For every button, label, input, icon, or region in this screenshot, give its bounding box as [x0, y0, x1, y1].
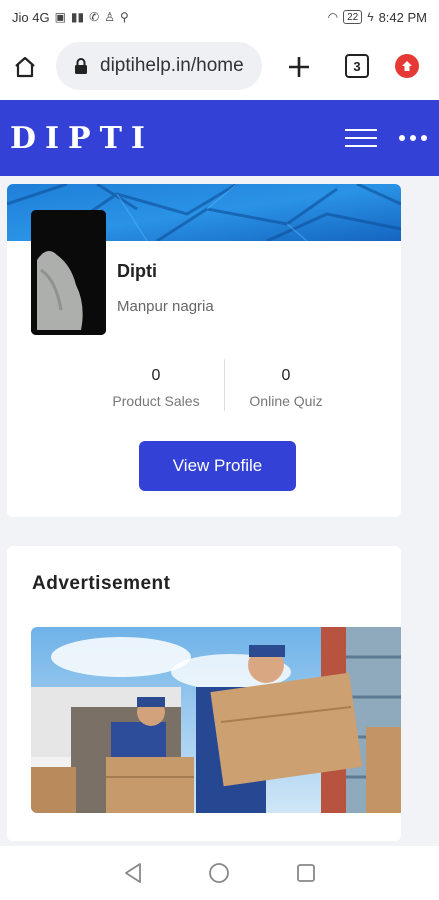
stat-online-quiz: 0 Online Quiz: [211, 359, 361, 409]
battery-icon: 22: [343, 10, 363, 24]
browser-home-button[interactable]: [0, 42, 50, 92]
back-icon: [125, 863, 142, 883]
status-bar: Jio 4G ▣ ▮▮ ✆ ♙ ⚲ ◠ 22 ϟ 8:42 PM: [0, 0, 439, 34]
headset-icon: ◠: [327, 10, 339, 24]
status-left: Jio 4G ▣ ▮▮ ✆ ♙ ⚲: [12, 10, 129, 25]
profile-name: Dipti: [117, 261, 157, 281]
recents-icon: [296, 864, 315, 882]
url-text: diptihelp.in/home: [100, 55, 244, 76]
home-nav-button[interactable]: [206, 860, 232, 886]
stat-value: 0: [281, 367, 291, 384]
site-header: DIPTI: [0, 100, 439, 176]
header-actions: [345, 129, 429, 147]
advertisement-title: Advertisement: [32, 573, 171, 594]
android-nav-bar: [0, 846, 439, 900]
back-button[interactable]: [120, 860, 146, 886]
stat-label: Online Quiz: [249, 393, 323, 409]
accessibility-icon: ♙: [104, 10, 115, 24]
stat-label: Product Sales: [112, 393, 200, 409]
battery-level: 22: [347, 11, 359, 23]
tab-count: 3: [353, 58, 361, 74]
signal-icon: ▮▮: [70, 10, 85, 24]
plus-icon: [289, 57, 309, 77]
stat-product-sales: 0 Product Sales: [81, 359, 231, 409]
call-icon: ✆: [89, 10, 100, 24]
new-tab-button[interactable]: [284, 52, 314, 82]
status-right: ◠ 22 ϟ 8:42 PM: [328, 10, 427, 25]
avatar: [31, 210, 106, 335]
stat-value: 0: [151, 367, 161, 384]
more-icon[interactable]: [399, 135, 427, 141]
usb-icon: ⚲: [119, 10, 129, 24]
site-logo[interactable]: DIPTI: [10, 121, 154, 156]
charging-icon: ϟ: [367, 10, 374, 24]
carrier-label: Jio 4G: [12, 9, 50, 25]
notification-icon: [402, 61, 412, 71]
view-profile-button[interactable]: View Profile: [139, 441, 296, 491]
profile-stats: 0 Product Sales 0 Online Quiz: [7, 359, 401, 415]
browser-toolbar: diptihelp.in/home 3: [0, 34, 439, 100]
url-bar[interactable]: diptihelp.in/home: [56, 42, 262, 90]
profile-card: Dipti Manpur nagria 0 Product Sales 0 On…: [7, 184, 401, 517]
recents-button[interactable]: [293, 860, 319, 886]
lock-icon: [75, 58, 87, 74]
home-circle-icon: [209, 863, 230, 883]
tabs-button[interactable]: 3: [345, 54, 369, 78]
profile-location: Manpur nagria: [117, 298, 214, 315]
advertisement-image[interactable]: [31, 627, 401, 813]
home-icon: [15, 56, 35, 78]
clock: 8:42 PM: [378, 9, 427, 25]
advertisement-card: Advertisement: [7, 546, 401, 841]
notification-button[interactable]: [395, 54, 419, 78]
hd-icon: ▣: [54, 10, 66, 24]
hamburger-icon[interactable]: [345, 129, 377, 147]
